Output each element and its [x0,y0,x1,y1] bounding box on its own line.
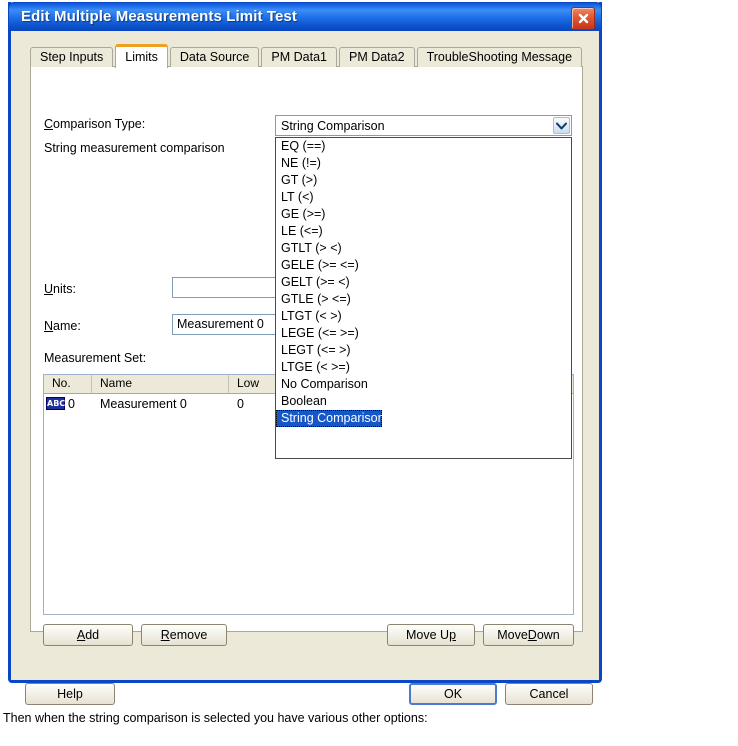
row-no-value: 0 [68,396,75,411]
tab-step-inputs[interactable]: Step Inputs [30,47,114,67]
dropdown-option[interactable]: GELT (>= <) [276,274,571,291]
close-icon [578,13,588,24]
tab-pm-data1[interactable]: PM Data1 [261,47,337,67]
dropdown-option[interactable]: GE (>=) [276,206,571,223]
tab-data-source[interactable]: Data Source [169,47,260,67]
dropdown-option[interactable]: GELE (>= <=) [276,257,571,274]
tab-strip: Step Inputs Limits Data Source PM Data1 … [30,44,584,68]
combobox-selected-value: String Comparison [281,118,385,133]
caption-text: Then when the string comparison is selec… [3,711,428,725]
dialog-client-area: Step Inputs Limits Data Source PM Data1 … [11,31,599,705]
comparison-type-combobox[interactable]: String Comparison [275,115,572,136]
measurement-set-label: Measurement Set: [44,351,147,365]
help-button[interactable]: Help [25,683,115,705]
units-label: Units: [44,282,76,296]
dialog-window: Edit Multiple Measurements Limit Test St… [8,2,602,705]
dropdown-option[interactable]: LEGE (<= >=) [276,325,571,342]
row-low-value: 0 [237,396,244,411]
dropdown-option[interactable]: LT (<) [276,189,571,206]
abc-icon: ABC [46,397,66,410]
name-label: Name: [44,319,81,333]
comparison-type-dropdown-list[interactable]: EQ (==) NE (!=) GT (>) LT (<) GE (>=) LE (<=)… [275,137,572,459]
dropdown-option[interactable]: NE (!=) [276,155,571,172]
dropdown-option[interactable]: LTGE (< >=) [276,359,571,376]
move-up-button[interactable]: Move Up [387,624,475,646]
description-text: String measurement comparison [44,141,225,155]
title-bar: Edit Multiple Measurements Limit Test [8,2,602,31]
dropdown-option[interactable]: LTGT (< >) [276,308,571,325]
tab-pm-data2[interactable]: PM Data2 [338,47,415,67]
ok-button[interactable]: OK [409,683,497,705]
cancel-button[interactable]: Cancel [505,683,593,705]
column-header-no: No. [44,375,92,393]
dropdown-option[interactable]: String Comparison [276,410,385,427]
remove-button[interactable]: Remove [141,624,227,646]
dropdown-option[interactable]: LEGT (<= >) [276,342,571,359]
row-no-cell: ABC 0 [44,395,92,413]
chevron-down-icon[interactable] [553,117,570,134]
add-button[interactable]: Add [43,624,133,646]
window-title: Edit Multiple Measurements Limit Test [21,8,297,25]
comparison-type-label: Comparison Type: [44,117,146,131]
tab-limits[interactable]: Limits [115,44,168,68]
dropdown-option[interactable]: No Comparison [276,376,571,393]
dropdown-option[interactable]: Boolean [276,393,571,410]
column-header-name: Name [92,375,229,393]
row-name-value: Measurement 0 [100,396,187,411]
close-button[interactable] [571,7,595,30]
move-down-button[interactable]: Move Down [483,624,574,646]
dropdown-option[interactable]: EQ (==) [276,138,571,155]
dropdown-option[interactable]: GT (>) [276,172,571,189]
tab-troubleshooting-message[interactable]: TroubleShooting Message [416,47,583,67]
screenshot-root: Edit Multiple Measurements Limit Test St… [0,0,738,746]
dropdown-option[interactable]: GTLE (> <=) [276,291,571,308]
dropdown-option[interactable]: LE (<=) [276,223,571,240]
column-header-low: Low [229,375,277,393]
dropdown-option[interactable]: GTLT (> <) [276,240,571,257]
